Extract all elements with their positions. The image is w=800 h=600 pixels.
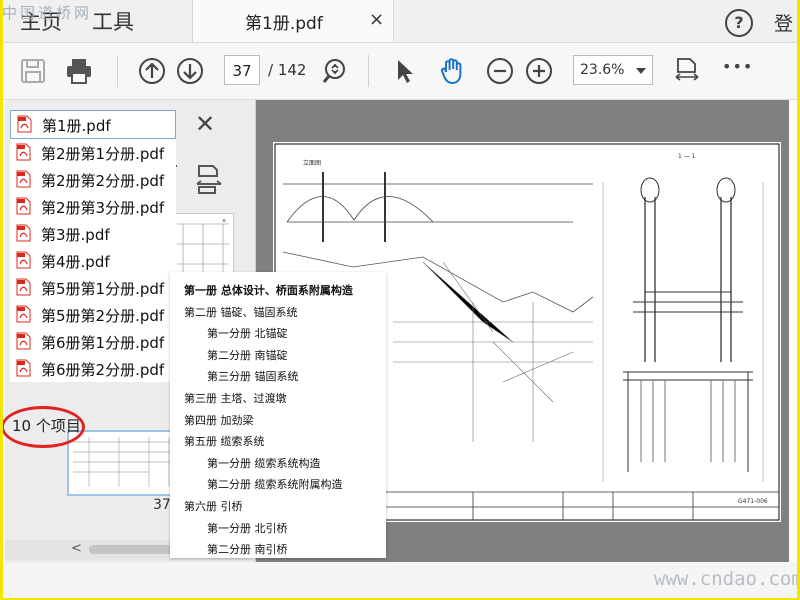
toc-entry[interactable]: 第一分册 北锚碇 bbox=[207, 325, 288, 341]
save-icon[interactable] bbox=[18, 56, 48, 86]
toc-entry[interactable]: 第六册 引桥 bbox=[184, 498, 243, 514]
toc-entry[interactable]: 第一册 总体设计、桥面系附属构造 bbox=[184, 282, 353, 298]
pdf-file-icon bbox=[16, 143, 31, 161]
file-name: 第3册.pdf bbox=[41, 226, 110, 244]
previous-page-icon[interactable] bbox=[137, 56, 167, 86]
toc-entry[interactable]: 第二分册 南锚碇 bbox=[207, 347, 288, 363]
pdf-file-icon bbox=[16, 251, 31, 269]
file-name: 第2册第1分册.pdf bbox=[41, 145, 165, 163]
tab-bar: 主页 工具 第1册.pdf × ? 登 bbox=[0, 0, 800, 43]
file-list-item-10[interactable]: 第6册第2分册.pdf bbox=[10, 355, 176, 382]
page-total: / 142 bbox=[268, 61, 307, 79]
zoom-in-icon[interactable] bbox=[524, 56, 554, 86]
file-name: 第6册第1分册.pdf bbox=[41, 334, 165, 352]
table-of-contents-popup: 第一册 总体设计、桥面系附属构造 第二册 锚碇、锚固系统 第一分册 北锚碇 第二分册 … bbox=[170, 272, 386, 558]
scroll-left-icon[interactable]: < bbox=[71, 541, 82, 556]
toolbar: 37 / 142 23.6% ••• bbox=[0, 43, 800, 100]
toc-entry[interactable]: 第二分册 缆索系统附属构造 bbox=[207, 476, 343, 492]
file-list-item-4[interactable]: 第2册第3分册.pdf bbox=[10, 193, 176, 220]
pdf-file-icon bbox=[16, 332, 31, 350]
next-page-icon[interactable] bbox=[175, 56, 205, 86]
toc-entry[interactable]: 第二册 锚碇、锚固系统 bbox=[184, 304, 298, 320]
toc-entry[interactable]: 第二分册 南引桥 bbox=[207, 541, 288, 557]
pdf-file-icon bbox=[17, 115, 32, 133]
thumbnail-page-number: 37 bbox=[153, 497, 171, 513]
file-list-item-9[interactable]: 第6册第1分册.pdf bbox=[10, 328, 176, 355]
toc-entry[interactable]: 第三册 主塔、过渡墩 bbox=[184, 390, 287, 406]
file-name: 第2册第2分册.pdf bbox=[41, 172, 165, 190]
zoom-level-select[interactable]: 23.6% bbox=[573, 55, 653, 85]
file-name: 第1册.pdf bbox=[42, 117, 111, 135]
toolbar-separator bbox=[368, 55, 369, 87]
chevron-down-icon bbox=[636, 68, 646, 74]
toc-entry[interactable]: 第三分册 锚固系统 bbox=[207, 368, 299, 384]
toolbar-separator bbox=[117, 55, 118, 87]
file-list-item-8[interactable]: 第5册第2分册.pdf bbox=[10, 301, 176, 328]
drawing-number: G471-006 bbox=[738, 498, 768, 505]
pdf-file-icon bbox=[16, 197, 31, 215]
document-tab-label: 第1册.pdf bbox=[245, 14, 323, 34]
toc-entry[interactable]: 第一分册 北引桥 bbox=[207, 520, 288, 536]
file-list-item-7[interactable]: 第5册第1分册.pdf bbox=[10, 274, 176, 301]
file-name: 第6册第2分册.pdf bbox=[41, 361, 165, 379]
pdf-file-icon bbox=[16, 359, 31, 377]
toc-entry[interactable]: 第一分册 缆索系统构造 bbox=[207, 455, 321, 471]
file-name: 第2册第3分册.pdf bbox=[41, 199, 165, 217]
more-tools-icon[interactable]: ••• bbox=[722, 57, 753, 76]
sign-in-button[interactable]: 登 bbox=[774, 9, 793, 36]
print-icon[interactable] bbox=[64, 56, 94, 86]
close-panel-icon[interactable]: ✕ bbox=[195, 110, 215, 138]
pdf-file-icon bbox=[16, 278, 31, 296]
watermark-top: 中国道桥网 bbox=[2, 4, 93, 22]
pdf-file-icon bbox=[16, 305, 31, 323]
right-view-title: 1 — 1 bbox=[678, 153, 696, 160]
scroll-up-icon[interactable]: ˄ bbox=[221, 218, 227, 232]
pdf-file-icon bbox=[16, 170, 31, 188]
file-list-item-6[interactable]: 第4册.pdf bbox=[10, 247, 176, 274]
left-view-title: 立面图 bbox=[303, 159, 321, 167]
file-list-item-5[interactable]: 第3册.pdf bbox=[10, 220, 176, 247]
hand-tool-icon[interactable] bbox=[437, 56, 467, 86]
pdf-file-icon bbox=[16, 224, 31, 242]
file-name: 第5册第2分册.pdf bbox=[41, 307, 165, 325]
toc-entry[interactable]: 第五册 缆索系统 bbox=[184, 433, 265, 449]
watermark-bottom: www.cndao.com bbox=[654, 568, 800, 590]
tab-tools[interactable]: 工具 bbox=[92, 6, 134, 36]
zoom-level-value: 23.6% bbox=[580, 62, 625, 78]
toc-entry[interactable]: 第四册 加劲梁 bbox=[184, 412, 254, 428]
close-tab-icon[interactable]: × bbox=[369, 9, 384, 30]
help-icon[interactable]: ? bbox=[725, 9, 753, 37]
fit-page-icon[interactable] bbox=[672, 56, 702, 86]
document-tab[interactable]: 第1册.pdf × bbox=[192, 0, 394, 42]
page-number-input[interactable]: 37 bbox=[224, 55, 260, 85]
highlight-annotation-circle bbox=[1, 406, 85, 448]
file-name: 第4册.pdf bbox=[41, 253, 110, 271]
zoom-find-icon[interactable] bbox=[320, 56, 350, 86]
zoom-out-icon[interactable] bbox=[485, 56, 515, 86]
select-cursor-icon[interactable] bbox=[390, 56, 420, 86]
file-name: 第5册第1分册.pdf bbox=[41, 280, 165, 298]
file-list-popup: 第1册.pdf 第2册第1分册.pdf 第2册第2分册.pdf 第2册第3分册.… bbox=[10, 110, 176, 382]
file-list-item-1[interactable]: 第1册.pdf bbox=[10, 110, 176, 139]
file-list-item-3[interactable]: 第2册第2分册.pdf bbox=[10, 166, 176, 193]
file-list-item-2[interactable]: 第2册第1分册.pdf bbox=[10, 139, 176, 166]
